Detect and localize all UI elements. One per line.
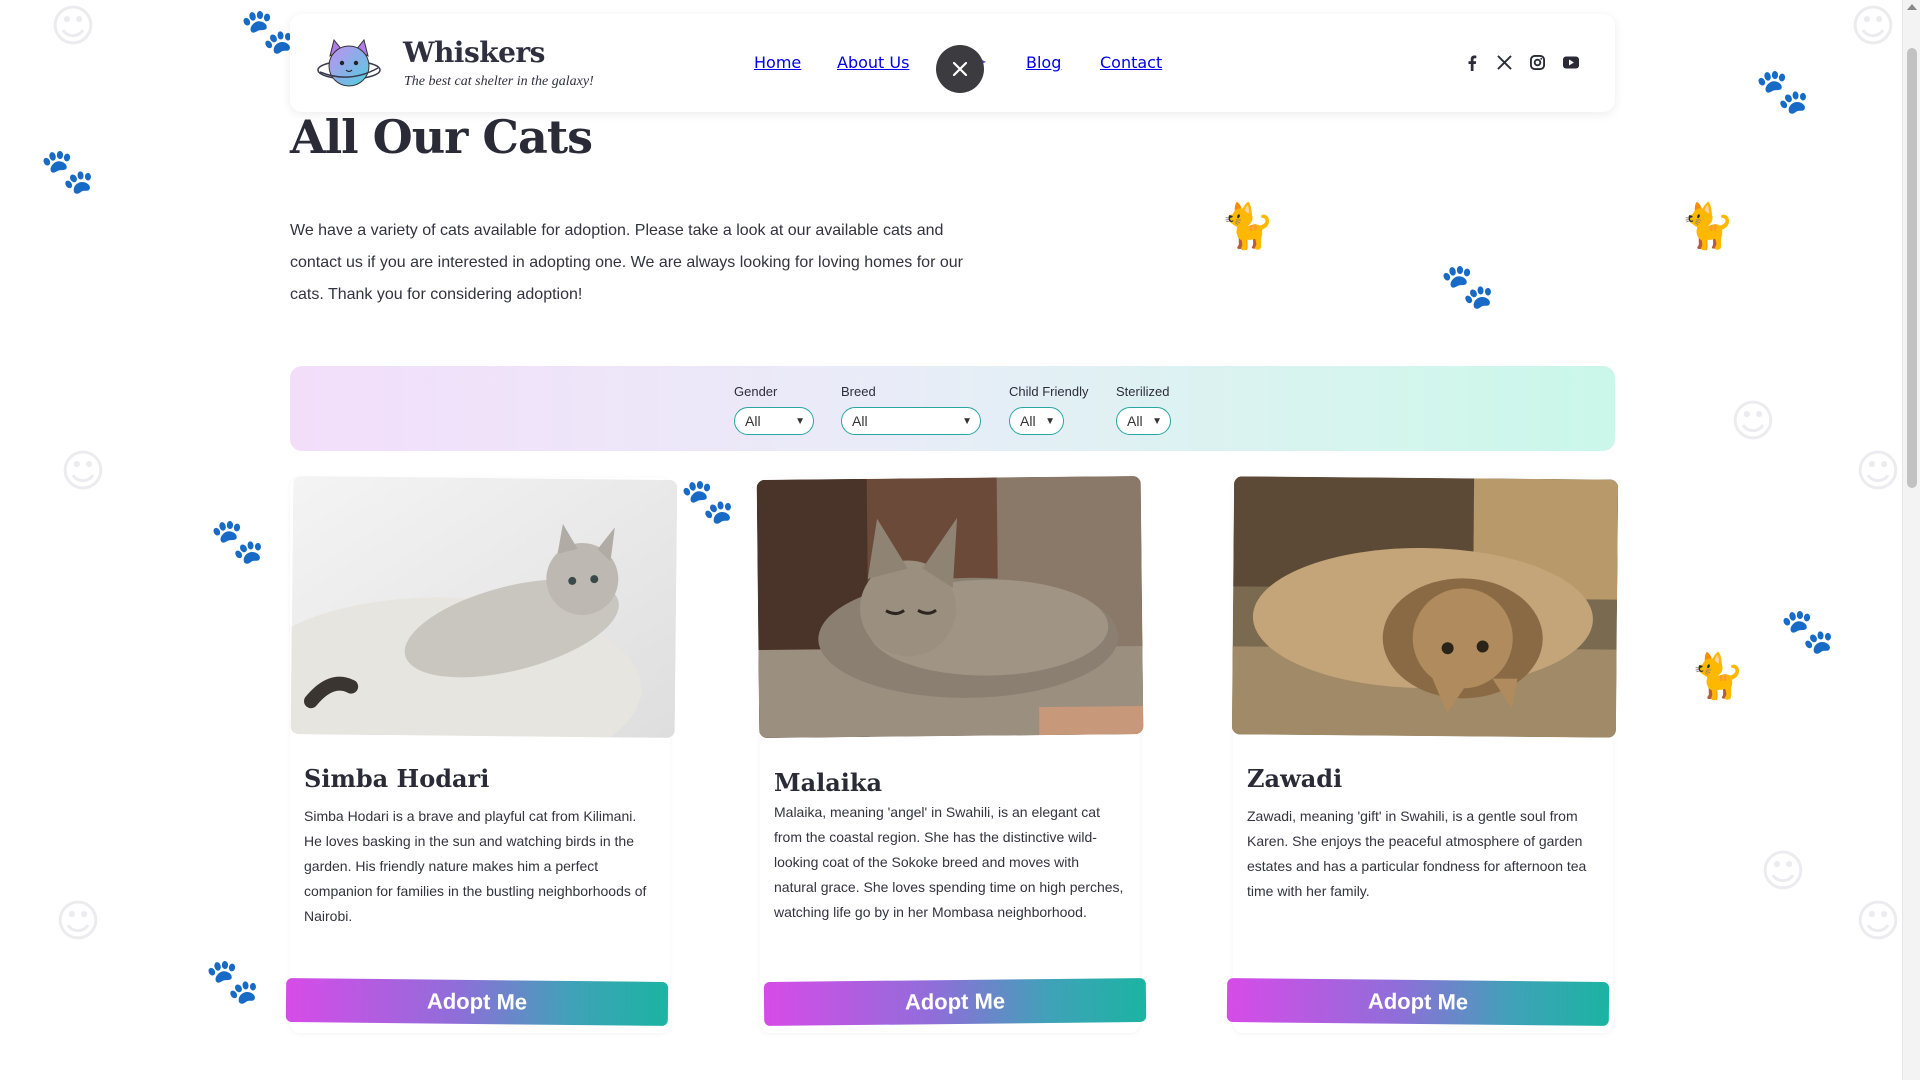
adopt-me-button[interactable]: Adopt Me [285,978,669,1026]
gender-select[interactable]: All ▼ [734,407,814,435]
cat-name: Simba Hodari [304,764,490,793]
filter-label: Gender [734,384,778,399]
chevron-down-icon: ▼ [1152,415,1162,427]
page-scrollbar[interactable] [1902,0,1920,1080]
nav-blog[interactable]: Blog [1026,53,1061,72]
filter-child-friendly: Child Friendly All ▼ [1009,384,1088,435]
x-icon[interactable] [1496,54,1513,71]
child-friendly-select[interactable]: All ▼ [1009,407,1064,435]
cat-photo[interactable] [290,475,678,739]
filter-breed: Breed All ▼ [841,384,981,435]
page-title: All Our Cats [290,110,593,164]
nav-home[interactable]: Home [754,53,801,72]
close-button[interactable] [936,45,984,93]
cat-photo[interactable] [756,475,1144,739]
chevron-down-icon: ▼ [1045,415,1055,427]
cat-card: Malaika Malaika, meaning 'angel' in Swah… [756,475,1147,1033]
cat-card: Simba Hodari Simba Hodari is a brave and… [285,475,678,1033]
instagram-icon[interactable] [1529,54,1546,71]
intro-text: We have a variety of cats available for … [290,222,963,303]
chevron-down-icon: ▼ [962,415,972,427]
youtube-icon[interactable] [1562,54,1579,71]
adopt-me-button[interactable]: Adopt Me [763,978,1147,1026]
cat-description: Malaika, meaning 'angel' in Swahili, is … [774,804,1124,920]
facebook-icon[interactable] [1463,54,1480,71]
cat-photo[interactable] [1231,476,1619,738]
cat-description: Zawadi, meaning 'gift' in Swahili, is a … [1247,808,1587,899]
filter-sterilized: Sterilized All ▼ [1116,384,1171,435]
cat-card: Zawadi Zawadi, meaning 'gift' in Swahili… [1226,476,1619,1033]
brand-name[interactable]: Whiskers [403,36,545,69]
social-links [1463,54,1579,71]
brand-tagline: The best cat shelter in the galaxy! [404,74,594,89]
close-icon [952,61,968,77]
filter-label: Breed [841,384,876,399]
cat-planet-logo[interactable] [316,36,382,92]
nav-about-us[interactable]: About Us [837,53,909,72]
filter-bar: Gender All ▼ Breed All ▼ Child Friendly … [290,366,1615,451]
filter-label: Sterilized [1116,384,1170,399]
select-value: All [745,413,761,429]
cat-name: Malaika [774,768,883,797]
adopt-me-button[interactable]: Adopt Me [1226,978,1610,1026]
filter-gender: Gender All ▼ [734,384,814,435]
sterilized-select[interactable]: All ▼ [1116,407,1171,435]
scrollbar-thumb[interactable] [1907,48,1917,488]
select-value: All [1127,413,1143,429]
site-header: Whiskers The best cat shelter in the gal… [290,14,1615,112]
filter-label: Child Friendly [1009,384,1089,399]
breed-select[interactable]: All ▼ [841,407,981,435]
select-value: All [852,413,868,429]
scroll-up-icon[interactable] [1907,4,1917,10]
cat-description: Simba Hodari is a brave and playful cat … [304,808,647,924]
nav-contact[interactable]: Contact [1100,53,1162,72]
chevron-down-icon: ▼ [795,415,805,427]
cat-name: Zawadi [1247,764,1343,793]
select-value: All [1020,413,1036,429]
